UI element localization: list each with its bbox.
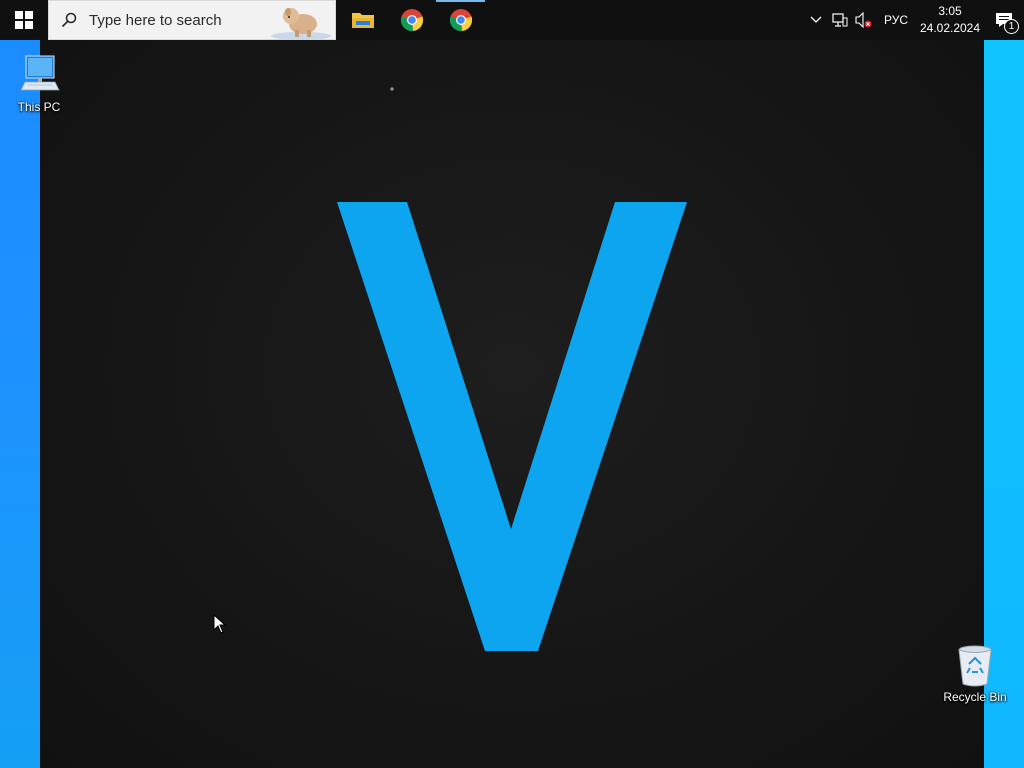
start-button[interactable]	[0, 0, 48, 40]
action-center-button[interactable]: 1	[984, 0, 1024, 40]
splash-dot	[390, 87, 394, 91]
taskbar-app-chrome[interactable]	[387, 0, 436, 40]
v-logo-icon	[337, 202, 687, 651]
desktop: This PC Recycle Bin	[0, 0, 1024, 768]
chrome-icon	[400, 9, 423, 32]
splash-window	[40, 40, 984, 768]
input-language-indicator[interactable]: РУС	[876, 13, 916, 27]
volume-muted-icon	[855, 12, 872, 28]
network-button[interactable]	[828, 0, 852, 40]
recycle-bin-icon	[938, 640, 1012, 688]
taskbar: Type here to search РУС 3:05 24.02.2024 …	[0, 0, 1024, 40]
clock-time: 3:05	[938, 4, 962, 18]
desktop-icon-label: This PC	[17, 100, 61, 114]
search-icon	[49, 0, 89, 40]
notification-count-badge: 1	[1004, 19, 1019, 34]
windows-logo-icon	[15, 11, 33, 29]
folder-icon	[351, 13, 374, 28]
chevron-up-icon	[810, 16, 822, 23]
search-highlight-image[interactable]	[261, 2, 333, 40]
splash-logo	[337, 87, 687, 651]
computer-icon	[2, 50, 76, 98]
desktop-icon-this-pc[interactable]: This PC	[2, 50, 76, 114]
search-box[interactable]: Type here to search	[48, 0, 336, 40]
desktop-icon-label: Recycle Bin	[943, 690, 1007, 704]
show-hidden-icons-button[interactable]	[804, 0, 828, 40]
network-icon	[832, 13, 848, 27]
clock[interactable]: 3:05 24.02.2024	[916, 3, 984, 37]
clock-date: 24.02.2024	[919, 21, 981, 35]
taskbar-app-file-explorer[interactable]	[338, 0, 387, 40]
taskbar-app-chrome-active[interactable]	[436, 0, 485, 40]
volume-button[interactable]	[852, 0, 876, 40]
desktop-icon-recycle-bin[interactable]: Recycle Bin	[938, 640, 1012, 704]
mouse-cursor-icon	[213, 613, 227, 639]
chrome-icon	[449, 9, 472, 32]
system-tray: РУС 3:05 24.02.2024 1	[804, 0, 1024, 40]
